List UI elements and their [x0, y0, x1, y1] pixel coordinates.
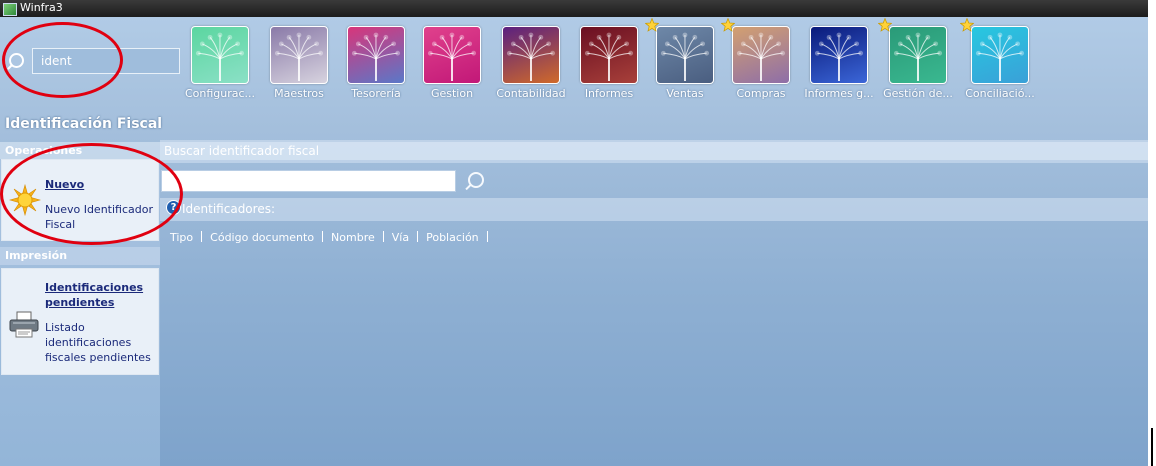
action-card-pendientes[interactable]: Identificaciones pendientes Listado iden… — [1, 268, 159, 375]
identificadores-label: Identificadores: — [182, 202, 275, 216]
fiscal-id-search-input[interactable] — [161, 170, 456, 192]
tree-icon — [889, 26, 947, 84]
window-edge — [1148, 0, 1156, 466]
module-label: Tesorería — [351, 87, 401, 100]
module-label: Informes g... — [804, 87, 874, 100]
column-poblacion[interactable]: Población — [426, 231, 479, 244]
module-tile[interactable]: Informes — [579, 25, 639, 103]
module-tile[interactable]: Configurac... — [185, 25, 255, 103]
column-codigo-documento[interactable]: Código documento — [210, 231, 314, 244]
annotation-circle-search — [2, 22, 123, 98]
column-tipo[interactable]: Tipo — [170, 231, 193, 244]
module-tile[interactable]: Contabilidad — [496, 25, 566, 103]
module-label: Configurac... — [184, 87, 256, 100]
tree-icon — [423, 26, 481, 84]
module-label: Informes — [584, 87, 634, 100]
module-label: Conciliació... — [965, 87, 1035, 100]
tree-icon — [732, 26, 790, 84]
favorite-star-icon — [721, 18, 735, 32]
module-label: Maestros — [274, 87, 324, 100]
module-tile[interactable]: Informes g... — [804, 25, 874, 103]
tree-icon — [191, 26, 249, 84]
pendientes-desc-3: fiscales pendientes — [45, 351, 151, 364]
tree-icon — [347, 26, 405, 84]
favorite-star-icon — [960, 18, 974, 32]
pendientes-link-1[interactable]: Identificaciones — [45, 280, 143, 295]
module-tile[interactable]: Conciliació... — [960, 18, 1035, 103]
pendientes-link-2[interactable]: pendientes — [45, 295, 114, 310]
tree-icon — [502, 26, 560, 84]
module-tile[interactable]: Tesorería — [346, 25, 406, 103]
search-header-bar: Buscar identificador fiscal — [160, 140, 1148, 163]
search-icon[interactable] — [468, 172, 484, 188]
tree-icon — [656, 26, 714, 84]
module-tile[interactable]: Gestion — [422, 25, 482, 103]
module-label: Contabilidad — [496, 87, 566, 100]
favorite-star-icon — [878, 18, 892, 32]
printer-icon — [9, 311, 39, 338]
section-header-impresion: Impresión — [0, 247, 160, 265]
page-title: Identificación Fiscal — [5, 116, 163, 132]
tree-icon — [971, 26, 1029, 84]
module-tile[interactable]: Maestros — [269, 25, 329, 103]
window-title: Winfra3 — [20, 1, 63, 14]
tree-icon — [580, 26, 638, 84]
module-label: Compras — [736, 87, 786, 100]
annotation-circle-nuevo — [0, 143, 183, 245]
section-label-impresion: Impresión — [5, 249, 68, 262]
module-tile[interactable]: Gestión de... — [878, 18, 953, 103]
search-header-label: Buscar identificador fiscal — [164, 144, 320, 158]
tree-icon — [270, 26, 328, 84]
pendientes-desc-2: identificaciones — [45, 336, 132, 349]
tree-icon — [810, 26, 868, 84]
module-label: Ventas — [666, 87, 704, 100]
column-headers: Tipo Código documento Nombre Vía Población — [170, 231, 496, 244]
module-tile[interactable]: Compras — [721, 18, 791, 103]
favorite-star-icon — [645, 18, 659, 32]
module-label: Gestión de... — [883, 87, 953, 100]
module-label: Gestion — [430, 87, 474, 100]
app-icon — [3, 3, 17, 16]
column-via[interactable]: Vía — [392, 231, 409, 244]
identificadores-bar: Identificadores: — [160, 198, 1148, 221]
column-nombre[interactable]: Nombre — [331, 231, 375, 244]
module-tile[interactable]: Ventas — [645, 18, 715, 103]
title-bar: Winfra3 — [0, 0, 1148, 17]
pendientes-desc-1: Listado — [45, 321, 85, 334]
